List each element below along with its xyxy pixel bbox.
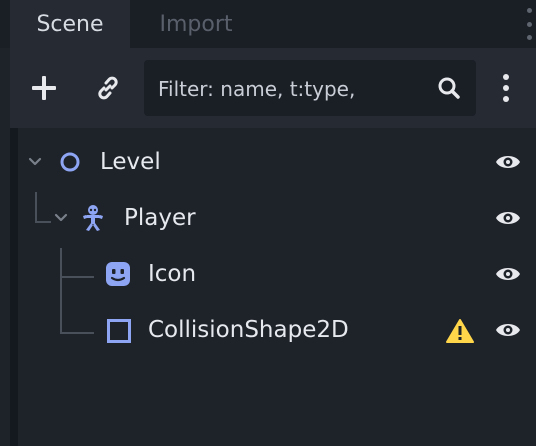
tab-import[interactable]: Import: [136, 0, 256, 48]
node-label: CollisionShape2D: [148, 317, 349, 343]
kebab-menu-icon[interactable]: [494, 68, 518, 108]
tree-row-collisionshape2d[interactable]: CollisionShape2D: [18, 302, 536, 358]
sprite-icon: [106, 262, 130, 286]
node2d-circle-icon: [60, 152, 80, 172]
tree-row-level[interactable]: Level: [18, 134, 536, 190]
tree-row-icon[interactable]: Icon: [18, 246, 536, 302]
node-label: Icon: [148, 261, 197, 287]
eye-visibility-icon[interactable]: [494, 264, 522, 284]
scene-dock: Scene Import Filter: name, t:type, Level…: [0, 0, 536, 446]
eye-visibility-icon[interactable]: [494, 208, 522, 228]
dock-grip-icon[interactable]: [526, 8, 532, 40]
add-node-button[interactable]: [24, 68, 64, 108]
scene-toolbar: [10, 48, 536, 128]
chevron-down-icon[interactable]: [28, 156, 42, 168]
instance-scene-button[interactable]: [88, 68, 128, 108]
node-label: Player: [124, 205, 196, 231]
character-body-icon: [83, 205, 103, 231]
dock-left-edge: [0, 0, 10, 446]
plus-icon: [32, 76, 56, 100]
scene-tree: Level Player Icon CollisionShape2D: [18, 128, 536, 446]
link-icon: [98, 76, 118, 100]
tab-scene[interactable]: Scene: [10, 0, 130, 48]
filter-input[interactable]: [156, 60, 420, 118]
chevron-down-icon[interactable]: [54, 212, 68, 224]
warning-icon[interactable]: [446, 318, 474, 344]
eye-visibility-icon[interactable]: [494, 320, 522, 340]
search-icon[interactable]: [436, 75, 462, 101]
tab-bar: Scene Import: [0, 0, 536, 48]
node-label: Level: [100, 149, 161, 175]
tree-row-player[interactable]: Player: [18, 190, 536, 246]
collision-shape-icon: [107, 319, 131, 343]
filter-field: [144, 60, 476, 118]
eye-visibility-icon[interactable]: [494, 152, 522, 172]
